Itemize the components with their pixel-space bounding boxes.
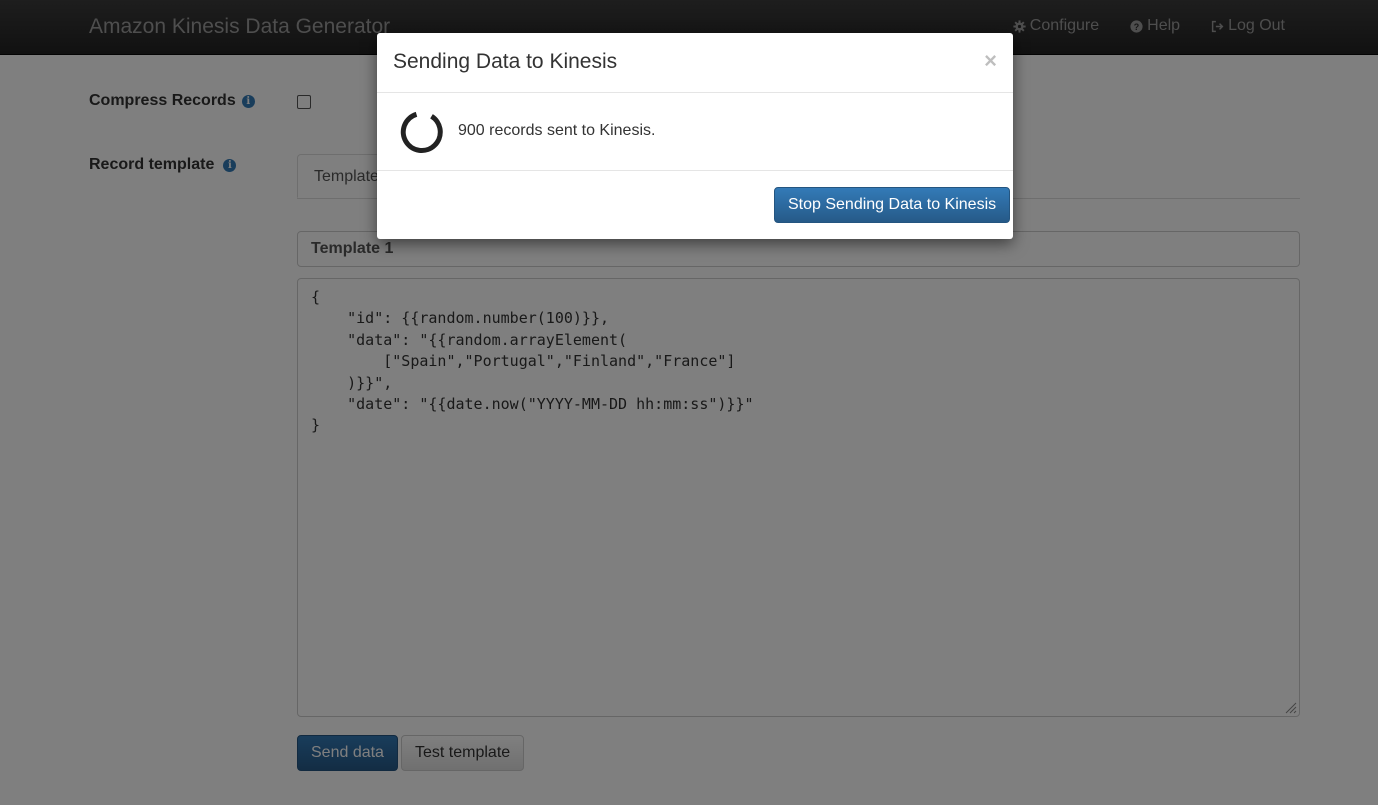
sending-data-modal: Sending Data to Kinesis × 900 records se… (377, 33, 1013, 239)
stop-sending-button[interactable]: Stop Sending Data to Kinesis (774, 187, 1011, 223)
modal-body: 900 records sent to Kinesis. (377, 93, 1013, 170)
modal-title: Sending Data to Kinesis (393, 50, 618, 73)
records-sent-message: 900 records sent to Kinesis. (458, 122, 656, 139)
spinner-icon (400, 111, 443, 154)
modal-footer: Stop Sending Data to Kinesis (377, 170, 1013, 239)
close-icon[interactable]: × (984, 48, 997, 74)
modal-header: Sending Data to Kinesis × (377, 33, 1013, 93)
